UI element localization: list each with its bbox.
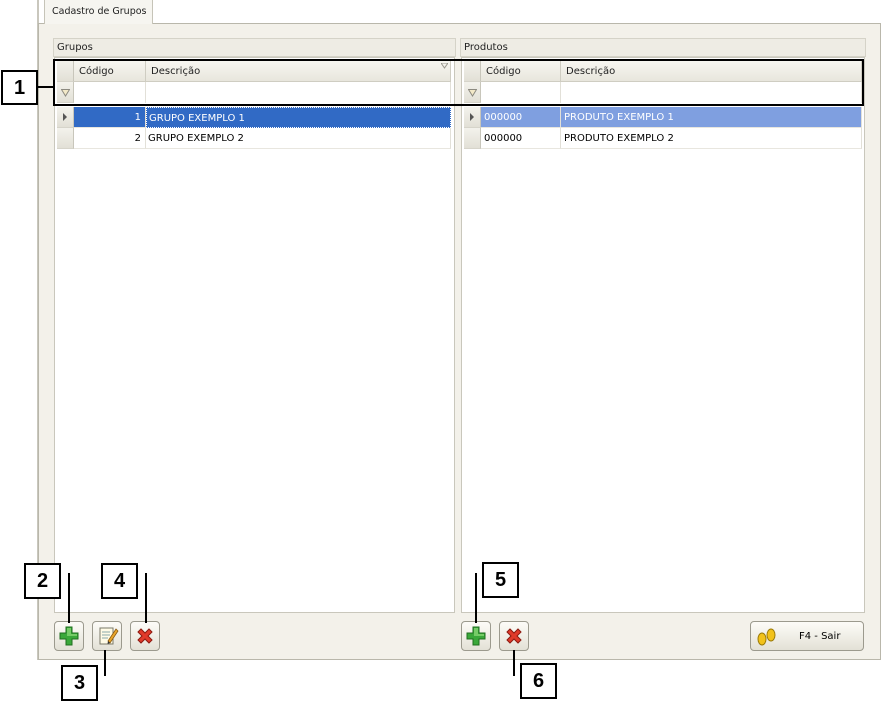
table-row-cell-descricao[interactable]: PRODUTO EXEMPLO 1 — [561, 107, 862, 128]
current-row-icon — [63, 113, 67, 121]
delete-group-button[interactable] — [130, 621, 160, 651]
callout-2: 2 — [24, 563, 61, 599]
callout-1-line — [37, 86, 54, 88]
callout-1-frame — [53, 59, 864, 106]
exit-button[interactable]: F4 - Sair — [750, 621, 864, 651]
table-row-cell-descricao[interactable]: GRUPO EXEMPLO 2 — [146, 128, 451, 149]
products-row-indicator[interactable] — [464, 107, 481, 128]
groups-panel-header: Grupos — [53, 38, 456, 57]
products-panel-title: Produtos — [464, 42, 508, 53]
callout-1: 1 — [1, 70, 38, 105]
callout-6: 6 — [520, 663, 557, 699]
tab-cadastro-de-grupos[interactable]: Cadastro de Grupos — [44, 0, 153, 24]
callout-4: 4 — [101, 563, 138, 599]
table-row-cell-codigo[interactable]: 2 — [74, 128, 146, 149]
callout-2-line — [68, 573, 70, 623]
exit-button-label: F4 - Sair — [799, 631, 841, 642]
table-row-cell-codigo[interactable]: 000000 — [481, 128, 561, 149]
current-row-icon — [470, 113, 474, 121]
delete-icon — [137, 628, 153, 644]
add-product-button[interactable] — [461, 621, 491, 651]
groups-row-indicator[interactable] — [57, 128, 74, 149]
products-panel-header: Produtos — [460, 38, 866, 57]
table-row-cell-codigo[interactable]: 000000 — [481, 107, 561, 128]
callout-5: 5 — [482, 562, 519, 598]
edit-group-button[interactable] — [92, 621, 122, 651]
delete-icon — [506, 628, 522, 644]
plus-icon — [59, 626, 79, 646]
table-row-cell-codigo[interactable]: 1 — [74, 107, 146, 128]
table-row-cell-descricao[interactable]: GRUPO EXEMPLO 1 — [146, 107, 451, 128]
callout-5-line — [475, 573, 477, 623]
footprints-icon — [757, 628, 776, 646]
tab-label: Cadastro de Grupos — [52, 6, 147, 17]
products-row-indicator[interactable] — [464, 128, 481, 149]
plus-icon — [466, 626, 486, 646]
callout-3-line — [104, 650, 106, 676]
edit-icon — [99, 627, 119, 645]
groups-row-indicator[interactable] — [57, 107, 74, 128]
callout-4-line — [145, 573, 147, 623]
delete-product-button[interactable] — [499, 621, 529, 651]
callout-3: 3 — [61, 665, 98, 701]
callout-6-line — [513, 650, 515, 676]
add-group-button[interactable] — [54, 621, 84, 651]
groups-panel-title: Grupos — [57, 42, 93, 53]
table-row-cell-descricao[interactable]: PRODUTO EXEMPLO 2 — [561, 128, 862, 149]
